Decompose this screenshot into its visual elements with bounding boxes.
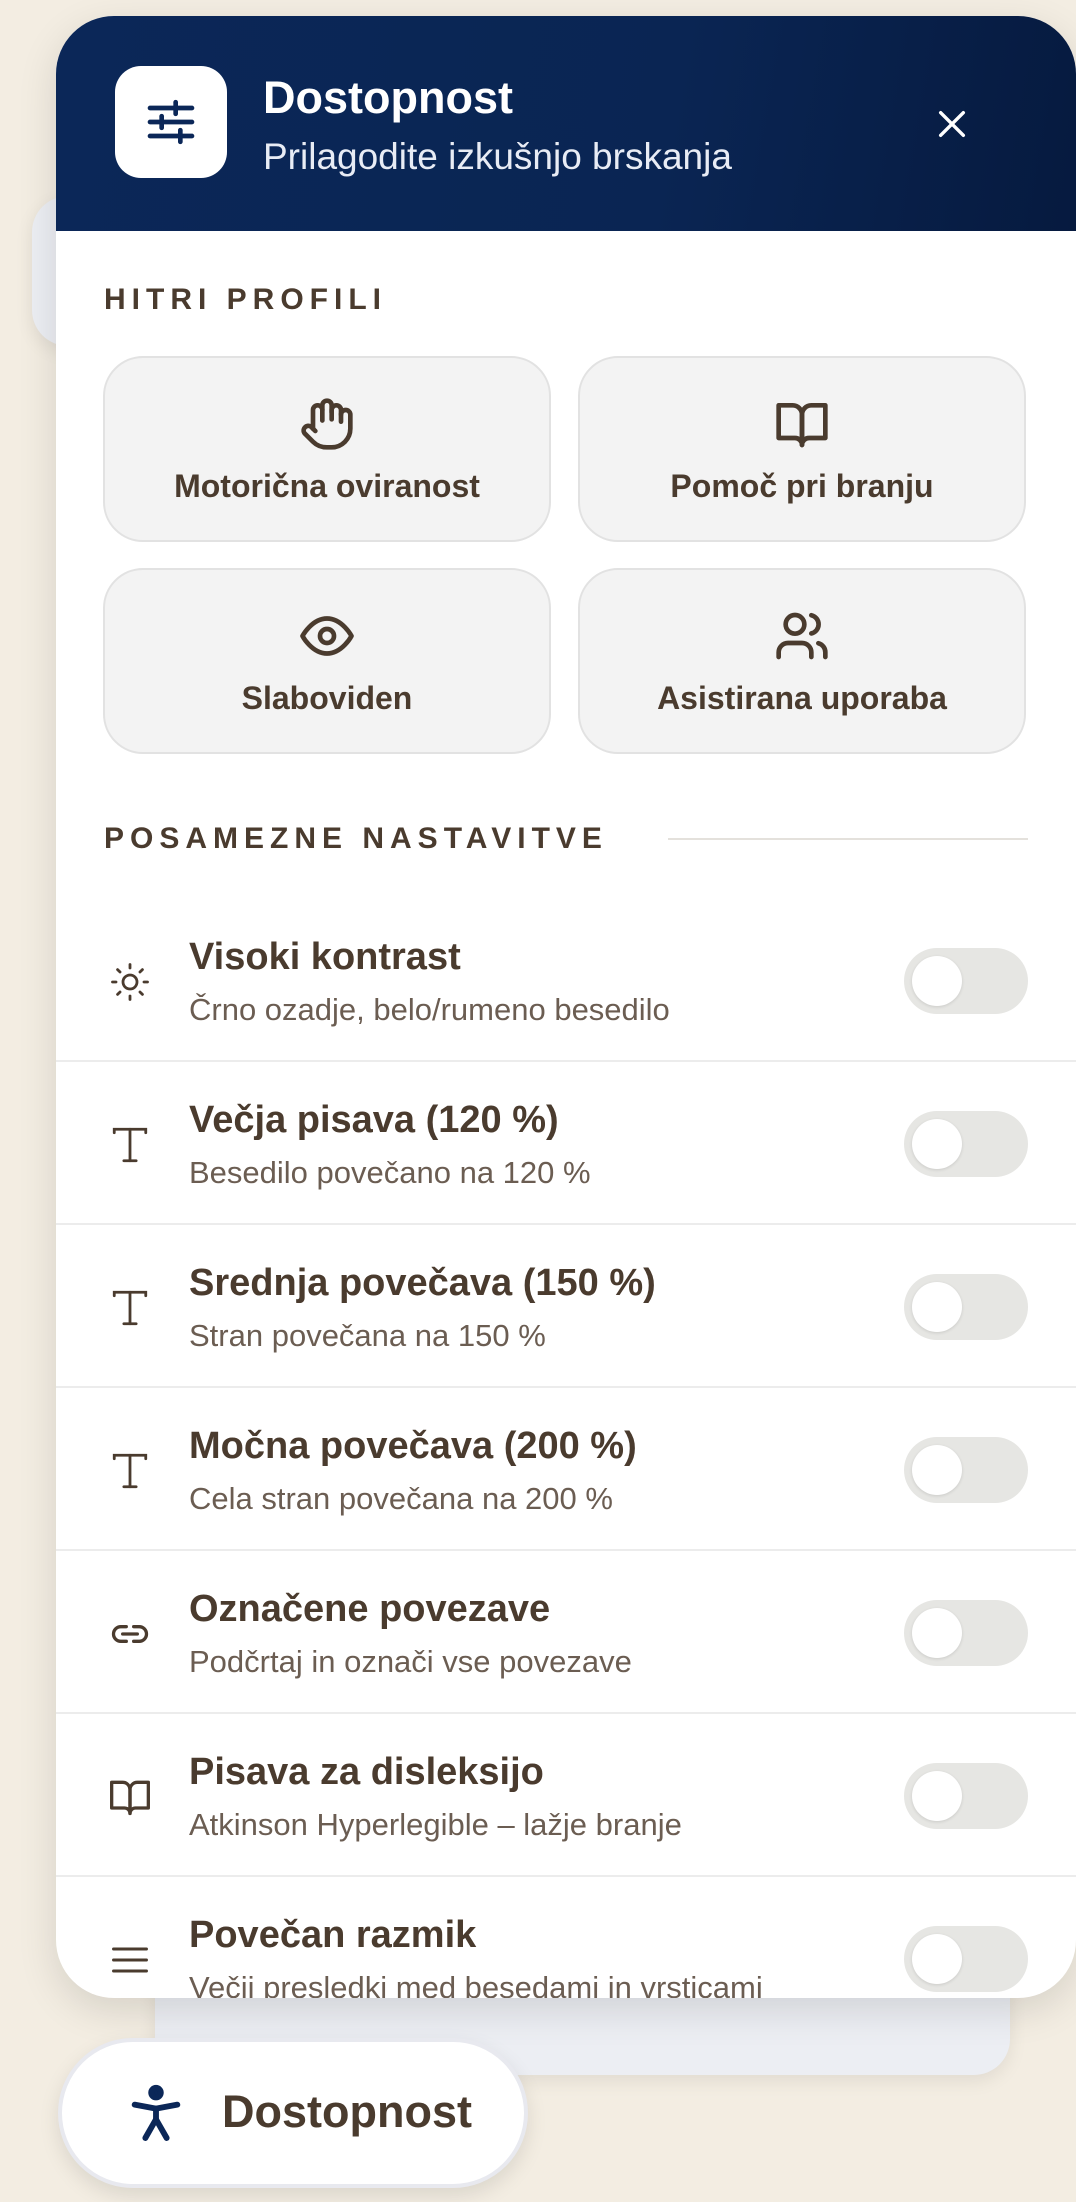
setting-highlighted-links: Označene povezave Podčrtaj in označi vse… bbox=[56, 1552, 1076, 1714]
larger-font-toggle[interactable] bbox=[904, 1111, 1028, 1177]
panel-header: Dostopnost Prilagodite izkušnjo brskanja bbox=[56, 16, 1076, 231]
highlighted-links-toggle[interactable] bbox=[904, 1600, 1028, 1666]
high-contrast-toggle[interactable] bbox=[904, 948, 1028, 1014]
setting-title: Visoki kontrast bbox=[189, 936, 461, 978]
close-icon bbox=[938, 110, 966, 138]
link-icon bbox=[100, 1604, 160, 1664]
dyslexia-font-toggle[interactable] bbox=[904, 1763, 1028, 1829]
profile-label: Motorična oviranost bbox=[174, 468, 480, 504]
book-open-icon bbox=[774, 394, 830, 454]
panel-subtitle: Prilagodite izkušnjo brskanja bbox=[263, 136, 732, 177]
toggle-knob bbox=[912, 1771, 962, 1821]
type-icon bbox=[100, 1441, 160, 1501]
profile-reading-assist[interactable]: Pomoč pri branju bbox=[578, 356, 1026, 542]
book-open-icon bbox=[100, 1767, 160, 1827]
setting-larger-font: Večja pisava (120 %) Besedilo povečano n… bbox=[56, 1063, 1076, 1225]
sun-icon bbox=[100, 952, 160, 1012]
setting-strong-zoom: Močna povečava (200 %) Cela stran poveča… bbox=[56, 1389, 1076, 1551]
setting-description: Podčrtaj in označi vse povezave bbox=[189, 1644, 632, 1679]
setting-description: Večji presledki med besedami in vrsticam… bbox=[189, 1970, 763, 1998]
profile-label: Slaboviden bbox=[241, 680, 413, 716]
setting-title: Povečan razmik bbox=[189, 1914, 477, 1956]
toggle-knob bbox=[912, 1608, 962, 1658]
increased-spacing-toggle[interactable] bbox=[904, 1926, 1028, 1992]
type-icon bbox=[100, 1278, 160, 1338]
quick-profiles-heading: HITRI PROFILI bbox=[104, 283, 387, 316]
setting-increased-spacing: Povečan razmik Večji presledki med besed… bbox=[56, 1878, 1076, 1998]
profile-assisted-use[interactable]: Asistirana uporaba bbox=[578, 568, 1026, 754]
setting-dyslexia-font: Pisava za disleksijo Atkinson Hyperlegib… bbox=[56, 1715, 1076, 1877]
accessibility-panel: Dostopnost Prilagodite izkušnjo brskanja… bbox=[56, 16, 1076, 1998]
setting-title: Srednja povečava (150 %) bbox=[189, 1262, 656, 1304]
setting-description: Stran povečana na 150 % bbox=[189, 1318, 546, 1353]
setting-description: Cela stran povečana na 200 % bbox=[189, 1481, 613, 1516]
profile-motor-impairment[interactable]: Motorična oviranost bbox=[103, 356, 551, 542]
toggle-knob bbox=[912, 1445, 962, 1495]
profile-label: Pomoč pri branju bbox=[670, 468, 934, 504]
accessibility-icon bbox=[124, 2082, 188, 2146]
panel-title: Dostopnost bbox=[263, 72, 513, 123]
setting-high-contrast: Visoki kontrast Črno ozadje, belo/rumeno… bbox=[56, 900, 1076, 1062]
toggle-knob bbox=[912, 1119, 962, 1169]
setting-title: Močna povečava (200 %) bbox=[189, 1425, 637, 1467]
setting-description: Črno ozadje, belo/rumeno besedilo bbox=[189, 992, 670, 1027]
accessibility-fab-button[interactable]: Dostopnost bbox=[58, 2038, 528, 2188]
setting-description: Atkinson Hyperlegible – lažje branje bbox=[189, 1807, 682, 1842]
divider bbox=[668, 838, 1028, 840]
toggle-knob bbox=[912, 1282, 962, 1332]
fab-label: Dostopnost bbox=[222, 2086, 472, 2137]
setting-title: Pisava za disleksijo bbox=[189, 1751, 544, 1793]
toggle-knob bbox=[912, 956, 962, 1006]
eye-icon bbox=[299, 606, 355, 666]
setting-title: Označene povezave bbox=[189, 1588, 551, 1630]
sliders-icon bbox=[115, 66, 227, 178]
strong-zoom-toggle[interactable] bbox=[904, 1437, 1028, 1503]
toggle-knob bbox=[912, 1934, 962, 1984]
medium-zoom-toggle[interactable] bbox=[904, 1274, 1028, 1340]
setting-description: Besedilo povečano na 120 % bbox=[189, 1155, 591, 1190]
setting-title: Večja pisava (120 %) bbox=[189, 1099, 559, 1141]
setting-medium-zoom: Srednja povečava (150 %) Stran povečana … bbox=[56, 1226, 1076, 1388]
profile-label: Asistirana uporaba bbox=[657, 680, 947, 716]
users-icon bbox=[774, 606, 830, 666]
align-justify-icon bbox=[100, 1930, 160, 1990]
profile-low-vision[interactable]: Slaboviden bbox=[103, 568, 551, 754]
close-button[interactable] bbox=[922, 94, 982, 154]
individual-settings-heading: POSAMEZNE NASTAVITVE bbox=[104, 822, 608, 855]
type-icon bbox=[100, 1115, 160, 1175]
hand-icon bbox=[299, 394, 355, 454]
